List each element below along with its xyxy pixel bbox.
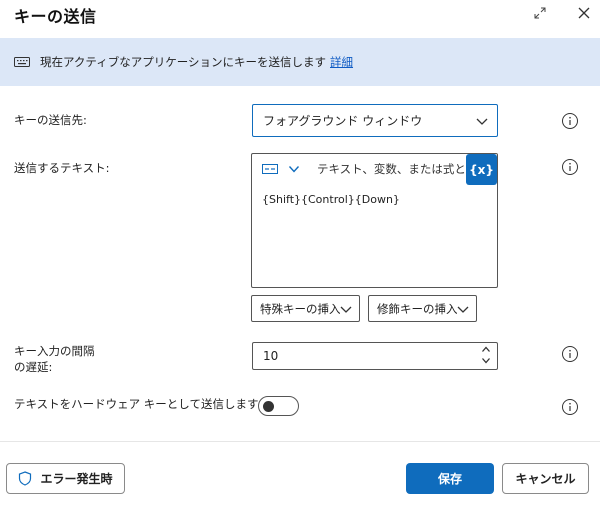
chevron-down-icon (340, 306, 352, 313)
cancel-button[interactable]: キャンセル (502, 463, 589, 494)
toggle-knob (263, 401, 274, 412)
hardware-keys-label: テキストをハードウェア キーとして送信します: (14, 397, 263, 411)
send-target-label: キーの送信先: (14, 113, 87, 127)
dialog-title: キーの送信 (14, 7, 97, 26)
delay-input[interactable]: 10 (252, 342, 498, 370)
on-error-button[interactable]: エラー発生時 (6, 463, 125, 494)
info-banner: 現在アクティブなアプリケーションにキーを送信します 詳細 (0, 38, 600, 86)
chevron-up-icon[interactable] (481, 345, 491, 354)
expand-icon (534, 7, 546, 19)
info-icon[interactable] (561, 345, 579, 363)
delay-stepper[interactable] (481, 345, 491, 365)
chevron-down-icon[interactable] (481, 356, 491, 365)
keyboard-icon (14, 56, 30, 68)
special-key-label: 特殊キーの挿入 (260, 301, 341, 316)
delay-value: 10 (263, 349, 279, 363)
text-input-placeholder: テキスト、変数、または式として入力 (317, 162, 467, 176)
text-format-toolbar[interactable] (262, 162, 300, 176)
modifier-key-dropdown[interactable]: 修飾キーの挿入 (368, 295, 477, 322)
modifier-key-label: 修飾キーの挿入 (377, 301, 458, 316)
text-to-send-input[interactable]: テキスト、変数、または式として入力 {Shift}{Control}{Down} (251, 153, 498, 288)
chevron-down-icon (476, 118, 488, 125)
send-target-value: フォアグラウンド ウィンドウ (263, 114, 423, 128)
delay-label-line1: キー入力の間隔 (14, 344, 95, 358)
text-input-value: {Shift}{Control}{Down} (262, 193, 400, 206)
close-button[interactable] (574, 4, 594, 22)
info-icon[interactable] (561, 398, 579, 416)
delay-label: キー入力の間隔 の遅延: (14, 343, 95, 375)
save-button[interactable]: 保存 (406, 463, 494, 494)
expand-button[interactable] (530, 4, 550, 22)
info-icon[interactable] (561, 158, 579, 176)
banner-text: 現在アクティブなアプリケーションにキーを送信します (40, 55, 327, 69)
delay-label-line2: の遅延: (14, 360, 53, 374)
footer-divider (0, 441, 600, 442)
details-link[interactable]: 詳細 (330, 54, 353, 70)
chevron-down-icon (288, 166, 300, 173)
text-format-icon (262, 164, 278, 174)
hardware-keys-toggle[interactable] (258, 396, 299, 416)
shield-icon (19, 471, 32, 486)
on-error-label: エラー発生時 (40, 472, 113, 486)
close-icon (578, 7, 590, 19)
special-key-dropdown[interactable]: 特殊キーの挿入 (251, 295, 360, 322)
info-icon[interactable] (561, 112, 579, 130)
send-target-dropdown[interactable]: フォアグラウンド ウィンドウ (252, 104, 498, 137)
insert-variable-button[interactable]: {x} (466, 154, 497, 185)
text-to-send-label: 送信するテキスト: (14, 161, 110, 175)
chevron-down-icon (457, 306, 469, 313)
